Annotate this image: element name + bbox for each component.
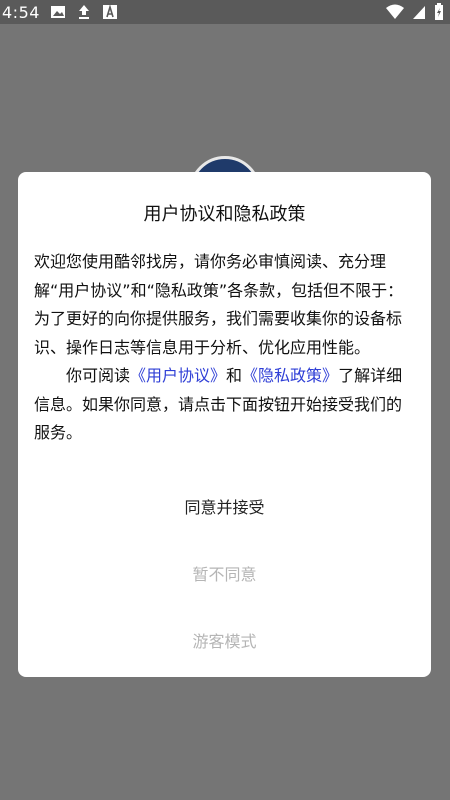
battery-icon [434, 3, 444, 21]
status-right [386, 3, 444, 21]
privacy-dialog: 用户协议和隐私政策 欢迎您使用酷邻找房，请你务必审慎阅读、充分理解“用户协议”和… [18, 172, 431, 677]
agree-button[interactable]: 同意并接受 [18, 486, 431, 526]
privacy-policy-link[interactable]: 《隐私政策》 [242, 366, 338, 385]
status-bar: 4:54 [0, 0, 450, 24]
intro-paragraph: 欢迎您使用酷邻找房，请你务必审慎阅读、充分理解“用户协议”和“隐私政策”各条款，… [34, 252, 404, 357]
dialog-body: 欢迎您使用酷邻找房，请你务必审慎阅读、充分理解“用户协议”和“隐私政策”各条款，… [34, 248, 415, 448]
upload-icon [76, 4, 92, 20]
a-box-icon [102, 4, 118, 20]
status-left: 4:54 [2, 3, 118, 22]
para2-prefix: 你可阅读 [66, 366, 131, 385]
and-text: 和 [226, 366, 243, 385]
image-icon [50, 4, 66, 20]
user-agreement-link[interactable]: 《用户协议》 [130, 366, 226, 385]
disagree-button[interactable]: 暂不同意 [18, 553, 431, 593]
status-time: 4:54 [2, 2, 40, 22]
dialog-title: 用户协议和隐私政策 [143, 204, 306, 225]
guest-mode-button[interactable]: 游客模式 [18, 620, 431, 660]
detail-paragraph: 你可阅读《用户协议》和《隐私政策》了解详细信息。如果你同意，请点击下面按钮开始接… [34, 362, 415, 448]
signal-icon [412, 4, 426, 20]
wifi-icon [386, 4, 404, 20]
